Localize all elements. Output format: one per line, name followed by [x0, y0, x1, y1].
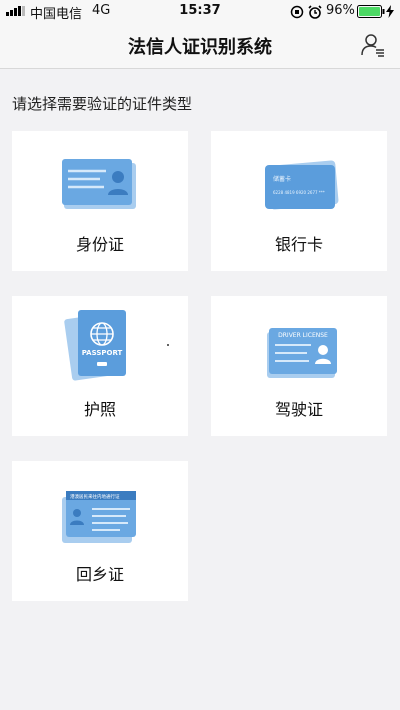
nav-bar: 法信人证识别系统: [0, 22, 400, 69]
home-return-permit-icon: 港澳居民来往内地通行证: [50, 479, 150, 551]
bank-card-number-text: 6228 4819 6920 2677 ***: [273, 190, 325, 195]
stray-dot: [167, 344, 169, 346]
card-label: 驾驶证: [274, 400, 323, 419]
card-label: 银行卡: [274, 235, 323, 254]
status-bar: 中国电信 4G 15:37 96%: [0, 0, 400, 22]
id-card-option[interactable]: 身份证: [12, 131, 188, 271]
bank-card-option[interactable]: 储蓄卡 6228 4819 6920 2677 *** 银行卡: [211, 131, 387, 271]
driver-license-icon: DRIVER LICENSE: [249, 314, 349, 386]
passport-icon: PASSPORT: [50, 310, 150, 386]
charging-bolt-icon: [386, 5, 394, 22]
driver-license-text: DRIVER LICENSE: [278, 332, 328, 339]
permit-text: 港澳居民来往内地通行证: [70, 493, 120, 500]
home-return-permit-option[interactable]: 港澳居民来往内地通行证 回乡证: [12, 461, 188, 601]
page-title: 法信人证识别系统: [128, 37, 272, 58]
card-label: 护照: [83, 400, 116, 419]
passport-text: PASSPORT: [82, 349, 123, 357]
alarm-icon: [308, 5, 322, 23]
card-label: 回乡证: [75, 565, 124, 584]
battery-icon: [357, 5, 385, 22]
bank-card-icon: 储蓄卡 6228 4819 6920 2677 ***: [249, 149, 349, 221]
section-title: 请选择需要验证的证件类型: [12, 95, 193, 113]
rotation-lock-icon: [290, 5, 304, 23]
bank-card-type-text: 储蓄卡: [273, 175, 291, 183]
battery-percent: 96%: [326, 3, 355, 18]
passport-option[interactable]: PASSPORT 护照: [12, 296, 188, 436]
card-label: 身份证: [75, 235, 124, 254]
user-icon[interactable]: [360, 32, 386, 58]
id-card-icon: [50, 149, 150, 221]
driver-license-option[interactable]: DRIVER LICENSE 驾驶证: [211, 296, 387, 436]
